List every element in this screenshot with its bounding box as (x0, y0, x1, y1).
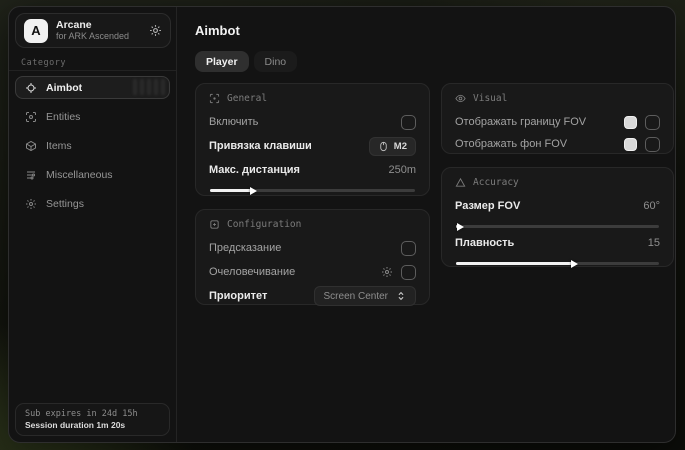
app-window: A Arcane for ARK Ascended Category Aim (8, 6, 676, 443)
brand-card: A Arcane for ARK Ascended (15, 13, 171, 48)
keybind-label: Привязка клавиши (209, 140, 312, 152)
app-logo: A (24, 19, 48, 43)
fov-background-color-swatch[interactable] (624, 138, 637, 151)
sidebar-item-label: Settings (46, 198, 84, 210)
max-distance-slider[interactable] (210, 189, 415, 192)
prediction-checkbox[interactable] (401, 241, 416, 256)
fov-background-label: Отображать фон FOV (455, 138, 567, 150)
keybind-row: Привязка клавиши M2 (209, 135, 416, 157)
subscription-card: Sub expires in 24d 15h Session duration … (15, 403, 170, 436)
fov-background-checkbox[interactable] (645, 137, 660, 152)
sidebar-item-label: Items (46, 140, 72, 152)
sidebar-item-label: Aimbot (46, 82, 82, 94)
humanization-row: Очеловечивание (209, 261, 416, 283)
sidebar-item-settings[interactable]: Settings (15, 192, 170, 215)
slider-thumb[interactable] (250, 187, 257, 195)
sidebar-item-entities[interactable]: Entities (15, 105, 170, 128)
mouse-icon (378, 141, 389, 152)
fov-size-row: Размер FOV 60° (455, 195, 660, 217)
focus-icon (209, 93, 220, 104)
priority-label: Приоритет (209, 290, 267, 302)
priority-row: Приоритет Screen Center (209, 285, 416, 307)
page-title: Aimbot (195, 23, 240, 38)
keybind-value: M2 (394, 141, 407, 152)
tab-player[interactable]: Player (195, 51, 249, 72)
enable-label: Включить (209, 116, 258, 128)
max-distance-row: Макс. дистанция 250m (209, 159, 416, 181)
keybind-button[interactable]: M2 (369, 137, 416, 156)
panel-general: General Включить Привязка клавиши M2 (195, 83, 430, 196)
sub-expires-text: Sub expires in 24d 15h (25, 409, 160, 419)
tab-bar: Player Dino (195, 51, 297, 72)
sidebar-item-label: Entities (46, 111, 80, 123)
fov-size-label: Размер FOV (455, 200, 520, 212)
fov-border-label: Отображать границу FOV (455, 116, 586, 128)
slider-thumb[interactable] (457, 223, 464, 231)
app-name: Arcane (56, 19, 141, 31)
humanization-checkbox[interactable] (401, 265, 416, 280)
smoothness-value: 15 (648, 237, 660, 249)
sidebar-nav: Aimbot Entities Items (15, 76, 170, 215)
max-distance-label: Макс. дистанция (209, 164, 300, 176)
app-subtitle: for ARK Ascended (56, 31, 141, 41)
sidebar-item-miscellaneous[interactable]: Miscellaneous (15, 163, 170, 186)
aimbot-watermark-decoration (133, 79, 165, 95)
smoothness-slider[interactable] (456, 262, 659, 265)
panel-title: Visual (473, 93, 507, 104)
prediction-row: Предсказание (209, 237, 416, 259)
main-content: Aimbot Player Dino General Включить Прив… (177, 7, 675, 442)
smoothness-row: Плавность 15 (455, 232, 660, 254)
prediction-label: Предсказание (209, 242, 281, 254)
fov-border-checkbox[interactable] (645, 115, 660, 130)
humanization-label: Очеловечивание (209, 266, 295, 278)
gear-icon (25, 198, 37, 210)
chevron-up-down-icon (396, 291, 406, 301)
panel-visual: Visual Отображать границу FOV Отображать… (441, 83, 674, 154)
sliders-icon (25, 169, 37, 181)
fov-size-value: 60° (643, 200, 660, 212)
tune-icon (209, 219, 220, 230)
fov-background-row: Отображать фон FOV (455, 133, 660, 155)
slider-thumb[interactable] (571, 260, 578, 268)
sidebar: A Arcane for ARK Ascended Category Aim (9, 7, 177, 442)
panel-title: Accuracy (473, 177, 519, 188)
scan-people-icon (25, 111, 37, 123)
category-label: Category (21, 58, 66, 68)
session-duration-text: Session duration 1m 20s (25, 420, 160, 430)
gear-icon[interactable] (381, 266, 393, 278)
box-icon (25, 140, 37, 152)
tab-dino[interactable]: Dino (254, 51, 298, 72)
priority-dropdown[interactable]: Screen Center (314, 286, 416, 306)
fov-size-slider[interactable] (456, 225, 659, 228)
priority-value: Screen Center (324, 291, 388, 302)
fov-border-row: Отображать границу FOV (455, 111, 660, 133)
fov-border-color-swatch[interactable] (624, 116, 637, 129)
max-distance-value: 250m (388, 164, 416, 176)
panel-title: Configuration (227, 219, 301, 230)
triangle-icon (455, 177, 466, 188)
gear-icon[interactable] (149, 24, 162, 37)
sidebar-item-items[interactable]: Items (15, 134, 170, 157)
eye-icon (455, 93, 466, 104)
crosshair-icon (25, 82, 37, 94)
divider (9, 70, 176, 71)
panel-configuration: Configuration Предсказание Очеловечивани… (195, 209, 430, 305)
panel-title: General (227, 93, 267, 104)
enable-checkbox[interactable] (401, 115, 416, 130)
panel-accuracy: Accuracy Размер FOV 60° Плавность 15 (441, 167, 674, 267)
enable-row: Включить (209, 111, 416, 133)
smoothness-label: Плавность (455, 237, 514, 249)
sidebar-item-label: Miscellaneous (46, 169, 113, 181)
sidebar-item-aimbot[interactable]: Aimbot (15, 76, 170, 99)
